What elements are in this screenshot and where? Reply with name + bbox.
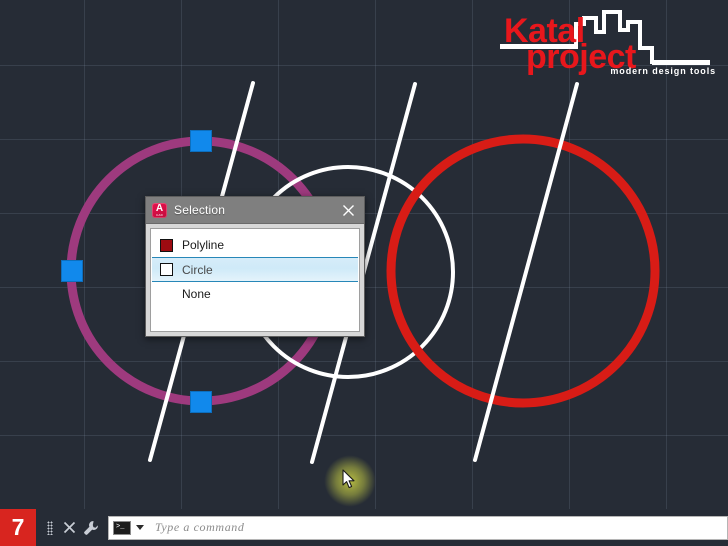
wrench-icon[interactable] [80, 509, 102, 546]
selection-item-label: None [182, 287, 211, 301]
svg-text:modern design tools: modern design tools [610, 66, 716, 76]
katal-project-logo: Katal project modern design tools [480, 2, 720, 76]
drag-grip-dots [47, 520, 53, 535]
dialog-titlebar[interactable]: A CAD Selection [146, 197, 364, 224]
command-input[interactable]: >_ Type a command [108, 515, 728, 540]
selection-dialog[interactable]: A CAD Selection Polyline Circle None [145, 196, 376, 507]
color-swatch-hollow [160, 263, 173, 276]
selection-item-polyline[interactable]: Polyline [151, 233, 359, 257]
selection-item-circle[interactable]: Circle [152, 257, 358, 282]
color-swatch-none [160, 288, 173, 301]
color-swatch-filled [160, 238, 173, 252]
selection-list[interactable]: Polyline Circle None [150, 228, 360, 332]
autocad-a-icon: A CAD [152, 202, 167, 218]
autocad-cad-label: CAD [156, 212, 163, 217]
selection-item-label: Polyline [182, 238, 225, 252]
close-icon[interactable] [334, 198, 362, 223]
circle-red[interactable] [386, 134, 660, 408]
grip-left[interactable] [61, 260, 83, 282]
chevron-down-icon[interactable] [136, 525, 144, 530]
selection-item-none[interactable]: None [151, 282, 359, 306]
command-prompt-icon: >_ [113, 520, 131, 535]
dialog-title: Selection [174, 203, 226, 217]
grip-bottom[interactable] [190, 391, 212, 413]
drawing-canvas[interactable]: Katal project modern design tools A CAD … [0, 0, 728, 509]
grip-top[interactable] [190, 130, 212, 152]
start-badge[interactable]: 7 [0, 509, 36, 546]
command-placeholder-text: Type a command [155, 520, 245, 534]
close-icon[interactable] [58, 509, 80, 546]
drag-grip-icon[interactable] [42, 509, 58, 546]
selection-item-label: Circle [182, 262, 213, 277]
taskbar[interactable]: 7 >_ Type a command [0, 509, 728, 546]
